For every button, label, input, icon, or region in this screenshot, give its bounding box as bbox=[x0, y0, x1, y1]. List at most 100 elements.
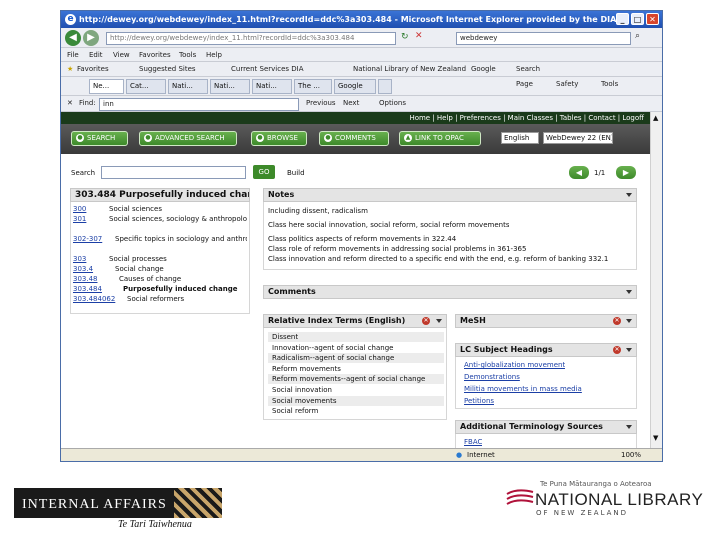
note-line-2: Class here social innovation, social ref… bbox=[268, 221, 510, 229]
relative-index-term[interactable]: Radicalism--agent of social change bbox=[268, 353, 444, 364]
fav-national-library[interactable]: National Library of New Zealand bbox=[353, 65, 466, 73]
lcsh-link-1[interactable]: Anti-globalization movement bbox=[464, 361, 565, 370]
favorites-star-icon[interactable]: ★ bbox=[67, 65, 73, 73]
close-relative-index-icon[interactable]: ✕ bbox=[422, 317, 430, 325]
relative-index-term[interactable]: Innovation--agent of social change bbox=[268, 343, 444, 353]
relative-index-term[interactable]: Dissent bbox=[268, 332, 444, 342]
window-title: http://dewey.org/webdewey/index_11.html?… bbox=[79, 15, 617, 24]
build-link[interactable]: Build bbox=[287, 169, 305, 177]
relative-index-term[interactable]: Social innovation bbox=[268, 385, 444, 395]
status-bar: ● Internet 100% bbox=[61, 448, 662, 461]
link-icon: ▲ bbox=[404, 134, 412, 142]
scroll-up-icon[interactable]: ▲ bbox=[653, 114, 658, 122]
relative-index-term[interactable]: Social movements bbox=[268, 395, 444, 406]
search-nav-button[interactable]: ● SEARCH bbox=[71, 131, 128, 146]
hierarchy-row: 303.484062 Social reformers bbox=[73, 295, 247, 304]
fav-suggested-sites[interactable]: Suggested Sites bbox=[139, 65, 196, 73]
hierarchy-number-link[interactable]: 303.48 bbox=[73, 275, 109, 284]
link-to-opac-button[interactable]: ▲ LINK TO OPAC bbox=[399, 131, 481, 146]
find-options-button[interactable]: Options bbox=[379, 99, 406, 107]
tab-3[interactable]: Nati... bbox=[168, 79, 208, 94]
lcsh-link-2[interactable]: Demonstrations bbox=[464, 373, 520, 382]
fav-current-services[interactable]: Current Services DIA bbox=[231, 65, 304, 73]
fav-google[interactable]: Google bbox=[471, 65, 496, 73]
browse-button[interactable]: ● BROWSE bbox=[251, 131, 307, 146]
hierarchy-number-link[interactable]: 303.484 bbox=[73, 285, 109, 294]
lcsh-link-3[interactable]: Militia movements in mass media bbox=[464, 385, 582, 394]
woven-pattern-icon bbox=[174, 488, 222, 518]
next-record-button[interactable]: ▶ bbox=[616, 166, 636, 179]
hierarchy-number-link[interactable]: 301 bbox=[73, 215, 109, 224]
find-previous-button[interactable]: Previous bbox=[306, 99, 336, 107]
refresh-icon[interactable]: ↻ bbox=[401, 32, 409, 42]
tab-6[interactable]: The ... bbox=[294, 79, 332, 94]
tab-1[interactable]: Ne... bbox=[89, 79, 124, 94]
notes-toggle-icon[interactable] bbox=[626, 193, 632, 197]
menu-edit[interactable]: Edit bbox=[89, 51, 103, 59]
relative-index-term[interactable]: Social reform bbox=[268, 406, 444, 416]
internal-affairs-logo: INTERNAL AFFAIRS bbox=[14, 488, 222, 518]
tab-4[interactable]: Nati... bbox=[210, 79, 250, 94]
hierarchy-number-link[interactable]: 302-307 bbox=[73, 235, 109, 244]
close-lcsh-icon[interactable]: ✕ bbox=[613, 346, 621, 354]
tab-2[interactable]: Cat... bbox=[126, 79, 166, 94]
back-button[interactable]: ◀ bbox=[65, 30, 81, 46]
address-input[interactable]: http://dewey.org/webdewey/index_11.html?… bbox=[106, 32, 396, 45]
close-window-button[interactable]: ✕ bbox=[646, 13, 659, 25]
additional-terms-link-1[interactable]: FBAC bbox=[464, 438, 482, 447]
hierarchy-number-link[interactable]: 303 bbox=[73, 255, 109, 264]
scroll-down-icon[interactable]: ▼ bbox=[653, 434, 658, 442]
relative-index-term[interactable]: Reform movements--agent of social change bbox=[268, 374, 444, 385]
search-input[interactable]: webdewey bbox=[456, 32, 631, 45]
search-icon[interactable]: ⌕ bbox=[635, 31, 640, 41]
zoom-level[interactable]: 100% bbox=[621, 449, 641, 461]
advanced-search-button[interactable]: ● ADVANCED SEARCH bbox=[139, 131, 237, 146]
comments-toggle-icon[interactable] bbox=[626, 290, 632, 294]
menu-help[interactable]: Help bbox=[206, 51, 222, 59]
close-mesh-icon[interactable]: ✕ bbox=[613, 317, 621, 325]
stop-icon[interactable]: ✕ bbox=[415, 31, 423, 41]
tab-5[interactable]: Nati... bbox=[252, 79, 292, 94]
close-find-icon[interactable]: ✕ bbox=[67, 99, 73, 107]
menu-view[interactable]: View bbox=[113, 51, 130, 59]
fav-search[interactable]: Search bbox=[516, 65, 540, 73]
language-select[interactable]: English bbox=[501, 132, 539, 144]
maximize-button[interactable]: □ bbox=[631, 13, 644, 25]
go-button[interactable]: GO bbox=[253, 165, 275, 179]
relative-index-toggle-icon[interactable] bbox=[436, 319, 442, 323]
top-links[interactable]: Home | Help | Preferences | Main Classes… bbox=[61, 112, 650, 124]
additional-terms-toggle-icon[interactable] bbox=[626, 425, 632, 429]
tab-7[interactable]: Google bbox=[334, 79, 376, 94]
additional-terms-header: Additional Terminology Sources bbox=[455, 420, 637, 434]
edition-select[interactable]: WebDewey 22 (EN) bbox=[543, 132, 613, 144]
page-menu[interactable]: Page bbox=[516, 80, 533, 88]
hierarchy-number-link[interactable]: 303.484062 bbox=[73, 295, 115, 304]
mesh-toggle-icon[interactable] bbox=[626, 319, 632, 323]
menu-file[interactable]: File bbox=[67, 51, 79, 59]
hierarchy-number-link[interactable]: 300 bbox=[73, 205, 109, 214]
safety-menu[interactable]: Safety bbox=[556, 80, 578, 88]
menu-favorites[interactable]: Favorites bbox=[139, 51, 171, 59]
tools-menu[interactable]: Tools bbox=[601, 80, 618, 88]
vertical-scrollbar[interactable]: ▲ ▼ bbox=[650, 112, 662, 448]
hierarchy-label: Causes of change bbox=[119, 275, 182, 283]
previous-record-button[interactable]: ◀ bbox=[569, 166, 589, 179]
menu-tools[interactable]: Tools bbox=[179, 51, 196, 59]
hierarchy-row: 303.484 Purposefully induced change bbox=[73, 285, 247, 294]
new-tab-button[interactable] bbox=[378, 79, 392, 94]
hierarchy-number-link[interactable]: 303.4 bbox=[73, 265, 109, 274]
find-input[interactable]: inn bbox=[99, 98, 299, 111]
search-field[interactable] bbox=[101, 166, 246, 179]
find-next-button[interactable]: Next bbox=[343, 99, 359, 107]
zone-label: Internet bbox=[467, 451, 495, 459]
relative-index-title: Relative Index Terms (English) bbox=[268, 316, 406, 325]
notes-body: Including dissent, radicalism Class here… bbox=[263, 202, 637, 270]
forward-button[interactable]: ▶ bbox=[83, 30, 99, 46]
lcsh-toggle-icon[interactable] bbox=[626, 348, 632, 352]
relative-index-term[interactable]: Reform movements bbox=[268, 364, 444, 374]
favorites-label[interactable]: Favorites bbox=[77, 65, 109, 73]
lcsh-link-4[interactable]: Petitions bbox=[464, 397, 494, 406]
comments-button[interactable]: ● COMMENTS bbox=[319, 131, 389, 146]
minimize-button[interactable]: _ bbox=[616, 13, 629, 25]
comments-header: Comments bbox=[263, 285, 637, 299]
